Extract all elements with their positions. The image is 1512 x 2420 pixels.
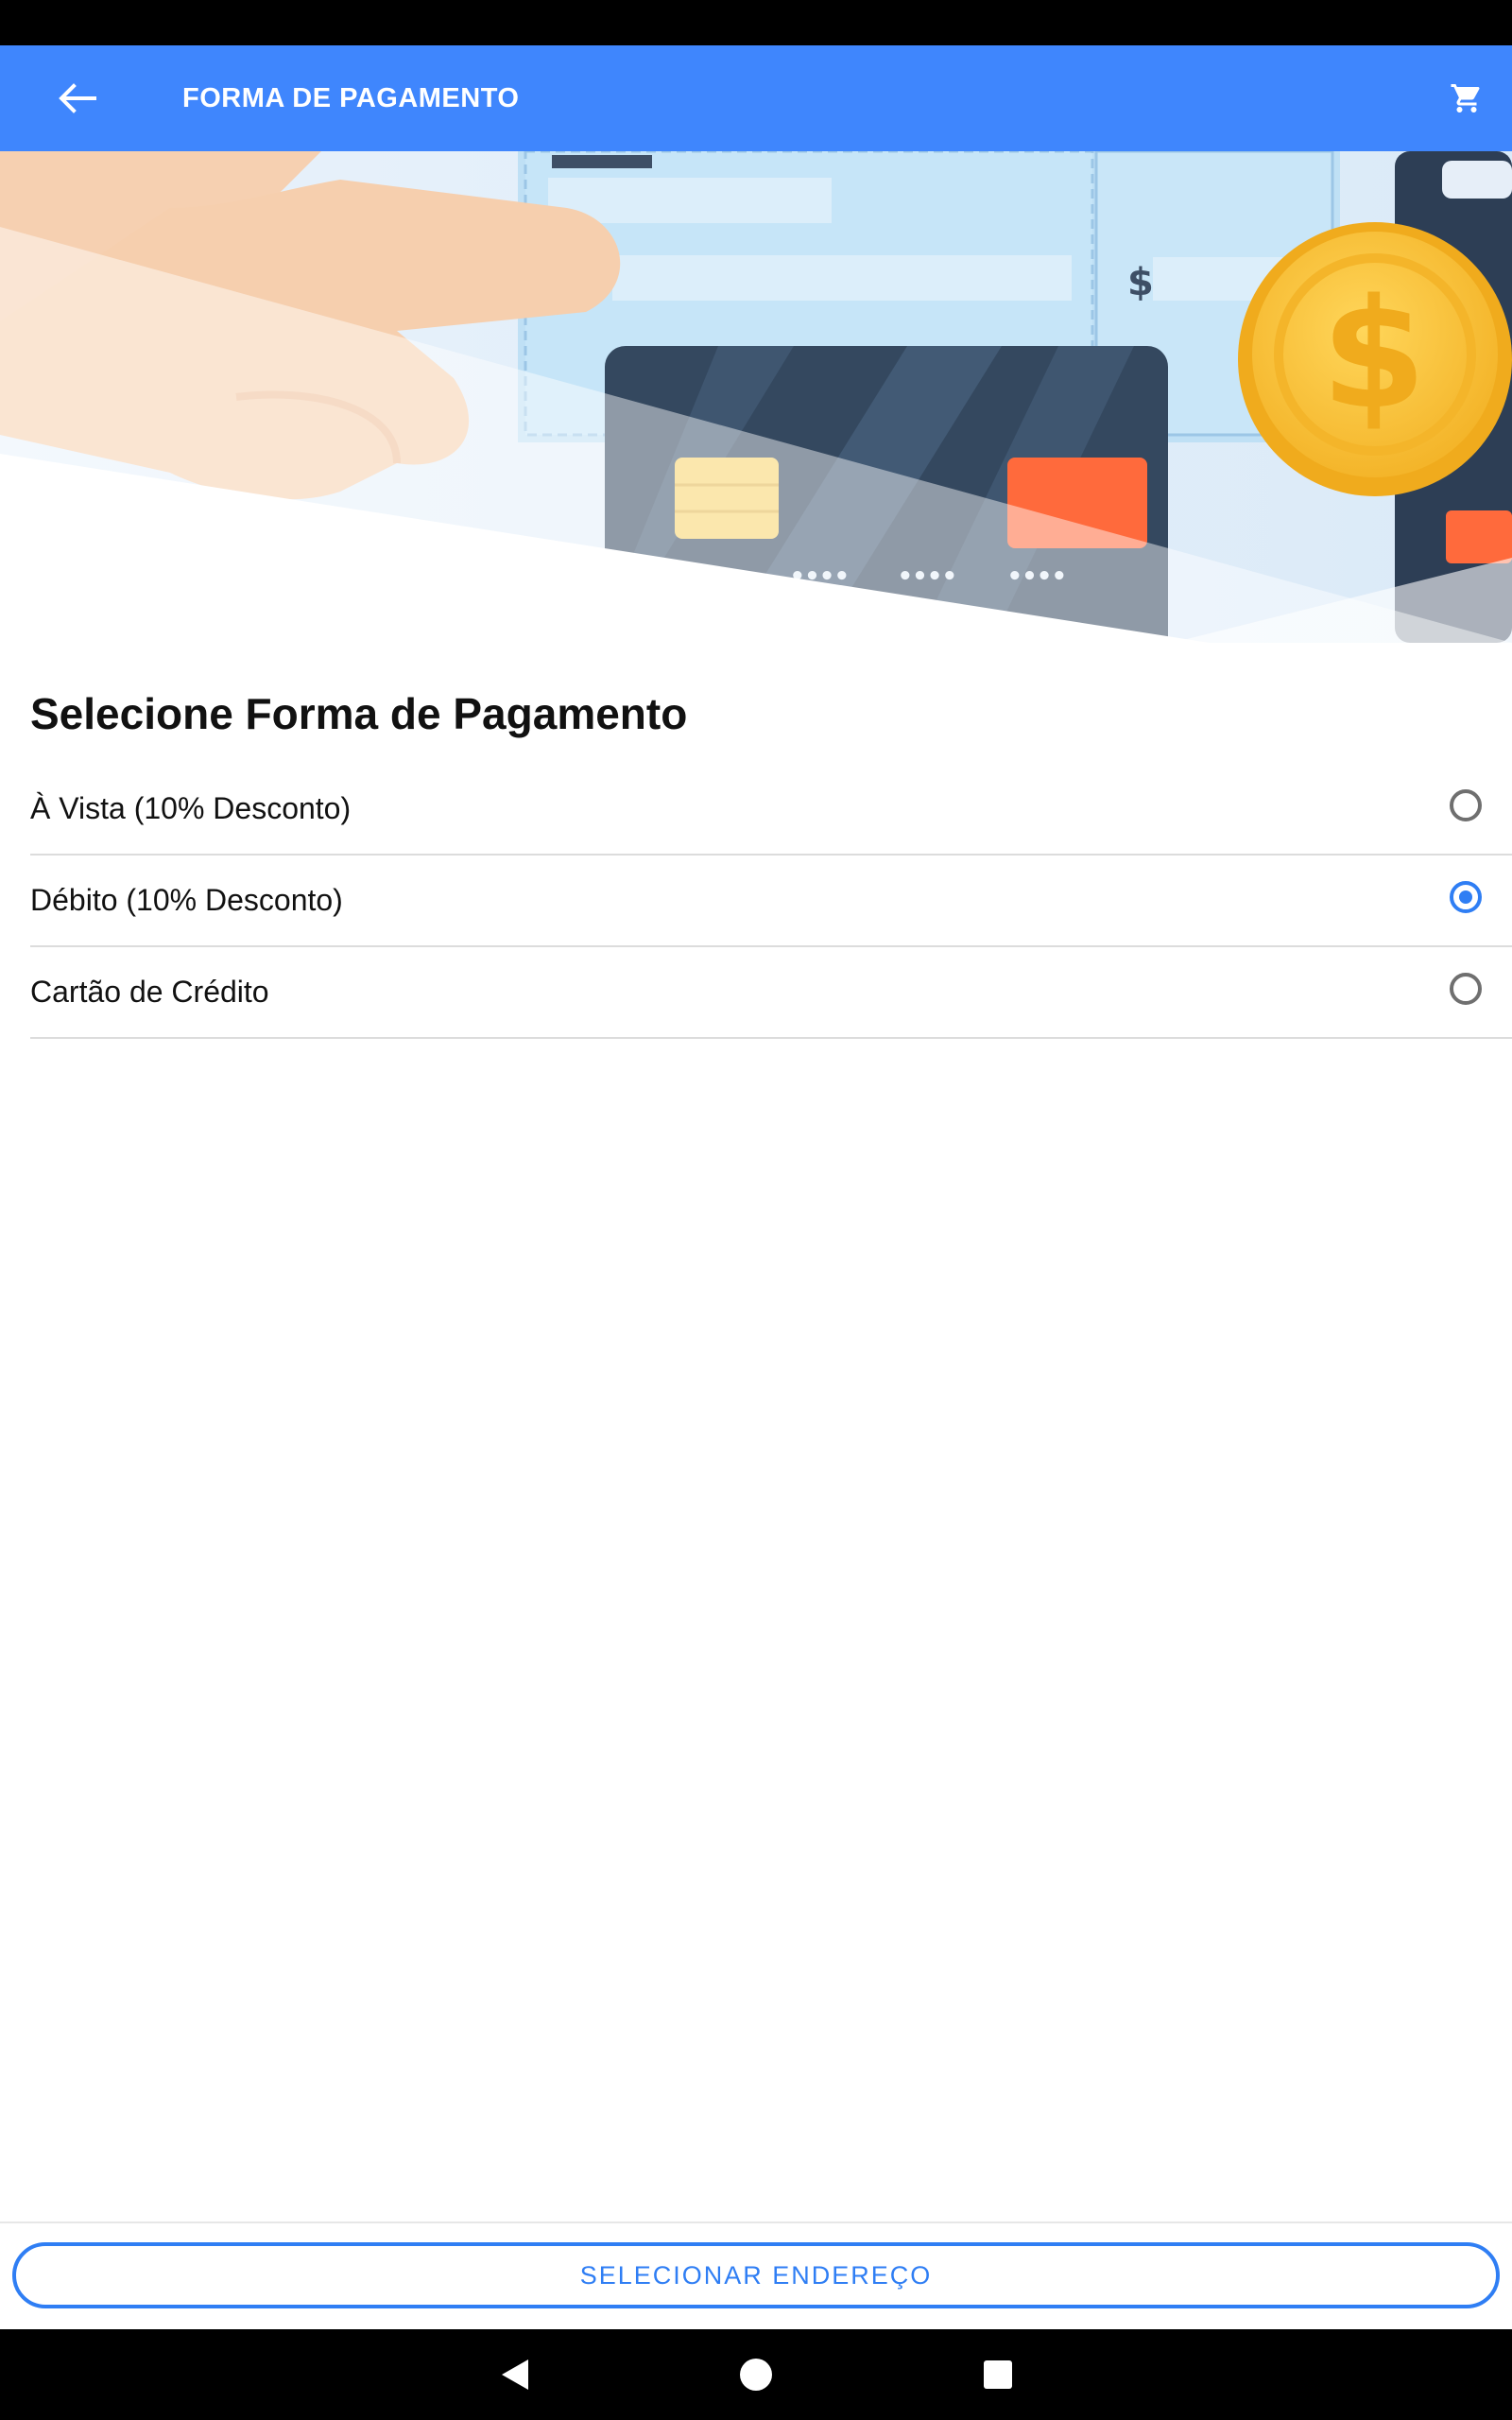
back-button[interactable] [47,72,108,125]
page-title: FORMA DE PAGAMENTO [182,83,520,113]
cart-button[interactable] [1436,74,1497,123]
payment-option-label: Cartão de Crédito [30,975,269,1009]
arrow-left-icon [59,83,96,113]
nav-home-button[interactable] [737,2356,775,2394]
payment-option-label: À Vista (10% Desconto) [30,791,352,825]
nav-home-icon [740,2359,772,2391]
payment-banner: $ $ •••• •••• •••• [0,151,1512,643]
payment-option-debito[interactable]: Débito (10% Desconto) [30,856,1512,947]
payment-illustration: $ $ •••• •••• •••• [0,151,1512,643]
svg-text:$: $ [1321,266,1426,442]
document-barcode-icon [552,155,652,168]
nav-recents-button[interactable] [979,2356,1017,2394]
radio-unchecked-icon[interactable] [1450,789,1482,821]
radio-checked-icon[interactable] [1450,881,1482,913]
nav-back-icon [502,2360,528,2390]
status-bar [0,0,1512,45]
coin-icon: $ [1238,222,1512,496]
section-title: Selecione Forma de Pagamento [30,689,688,738]
document-dollar-sign: $ [1127,261,1154,304]
select-address-button[interactable]: SELECIONAR ENDEREÇO [12,2242,1500,2308]
payment-options-list: À Vista (10% Desconto) Débito (10% Desco… [30,764,1512,1039]
payment-option-credito[interactable]: Cartão de Crédito [30,947,1512,1039]
radio-unchecked-icon[interactable] [1450,973,1482,1005]
nav-recents-icon [984,2360,1012,2389]
app-bar: FORMA DE PAGAMENTO [0,45,1512,151]
nav-back-button[interactable] [496,2356,534,2394]
footer-divider [0,2221,1512,2223]
payment-option-avista[interactable]: À Vista (10% Desconto) [30,764,1512,856]
system-nav-bar [0,2329,1512,2420]
shopping-cart-icon [1451,84,1480,112]
payment-option-label: Débito (10% Desconto) [30,883,343,917]
